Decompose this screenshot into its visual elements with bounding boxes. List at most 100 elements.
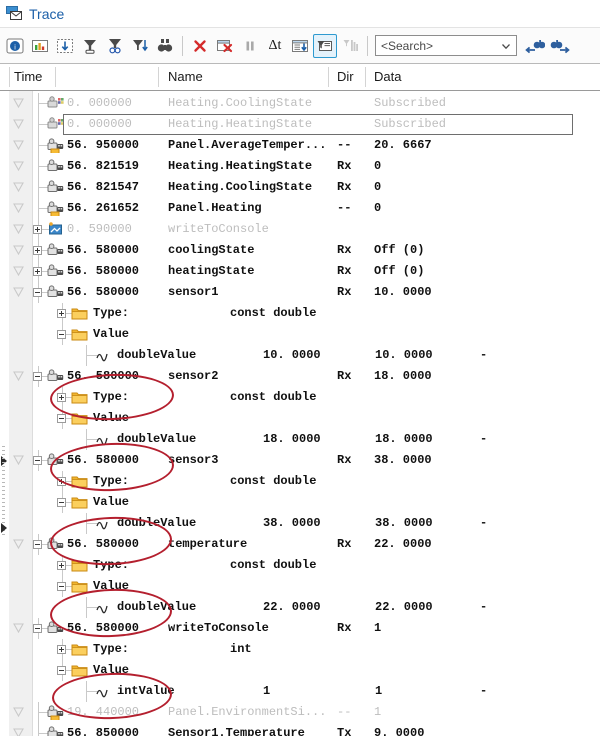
bookmark-flag-icon[interactable]	[13, 623, 24, 634]
expand-node-button[interactable]	[57, 477, 66, 486]
table-row[interactable]: doubleValue 22. 0000 22. 0000 -	[0, 597, 600, 618]
table-row[interactable]: 0. 590000 writeToConsole	[0, 219, 600, 240]
table-row[interactable]: 56. 950000 Panel.AverageTemper... -- 20. 66…	[0, 135, 600, 156]
column-divider[interactable]	[365, 67, 366, 87]
bookmark-flag-icon[interactable]	[13, 98, 24, 109]
collapse-node-button[interactable]	[57, 498, 66, 507]
table-row[interactable]: 56. 261652 Panel.Heating -- 0	[0, 198, 600, 219]
bookmark-flag-icon[interactable]	[13, 455, 24, 466]
table-row[interactable]: Type: const double	[0, 387, 600, 408]
column-header-time[interactable]: Time	[14, 69, 42, 84]
search-input-value[interactable]: <Search>	[376, 39, 496, 53]
signal-rx-icon	[47, 369, 64, 384]
collapse-node-button[interactable]	[33, 456, 42, 465]
column-divider[interactable]	[158, 67, 159, 87]
clear-window-x-icon[interactable]	[213, 34, 237, 58]
table-row[interactable]: Type: const double	[0, 471, 600, 492]
expand-node-button[interactable]	[33, 246, 42, 255]
expand-node-button[interactable]	[57, 645, 66, 654]
expand-node-button[interactable]	[33, 225, 42, 234]
table-row[interactable]: 56. 580000 heatingState Rx Off (0)	[0, 261, 600, 282]
table-row[interactable]: Value	[0, 576, 600, 597]
function-call-icon	[47, 222, 64, 237]
bookmark-flag-icon[interactable]	[13, 371, 24, 382]
delta-time-icon[interactable]: Δt	[263, 34, 287, 58]
table-row[interactable]: 56. 821519 Heating.HeatingState Rx 0	[0, 156, 600, 177]
trace-grid[interactable]: 0. 000000 Heating.CoolingState Subscribed 0…	[0, 91, 600, 736]
table-row[interactable]: 56. 821547 Heating.CoolingState Rx 0	[0, 177, 600, 198]
expand-node-button[interactable]	[33, 267, 42, 276]
cell-name: Type:	[93, 558, 130, 572]
column-divider[interactable]	[55, 67, 56, 87]
chevron-down-icon[interactable]	[496, 40, 516, 52]
bookmark-flag-icon[interactable]	[13, 224, 24, 235]
search-input[interactable]: <Search>	[375, 35, 517, 56]
find-next-icon[interactable]	[548, 34, 572, 58]
table-row[interactable]: Value	[0, 408, 600, 429]
collapse-node-button[interactable]	[33, 540, 42, 549]
collapse-node-button[interactable]	[57, 330, 66, 339]
table-row[interactable]: 56. 580000 sensor1 Rx 10. 0000	[0, 282, 600, 303]
column-divider[interactable]	[328, 67, 329, 87]
column-header-dir[interactable]: Dir	[337, 69, 354, 84]
table-row[interactable]: 56. 580000 temperature Rx 22. 0000	[0, 534, 600, 555]
table-row[interactable]: 19. 440000 Panel.EnvironmentSi... -- 1	[0, 702, 600, 723]
binoculars-find-icon[interactable]	[153, 34, 177, 58]
collapse-node-button[interactable]	[33, 624, 42, 633]
cell-data: 18. 0000	[263, 432, 321, 446]
table-row[interactable]: 56. 580000 sensor3 Rx 38. 0000	[0, 450, 600, 471]
table-row[interactable]: Value	[0, 492, 600, 513]
table-row[interactable]: 56. 580000 sensor2 Rx 18. 0000	[0, 366, 600, 387]
table-row[interactable]: Value	[0, 324, 600, 345]
table-row[interactable]: 56. 580000 coolingState Rx Off (0)	[0, 240, 600, 261]
scroll-to-end-icon[interactable]	[288, 34, 312, 58]
table-row[interactable]: Type: const double	[0, 303, 600, 324]
export-trace-icon[interactable]	[53, 34, 77, 58]
collapse-node-button[interactable]	[57, 582, 66, 591]
trace-overview-icon[interactable]: i	[3, 34, 27, 58]
collapse-node-button[interactable]	[57, 414, 66, 423]
table-row[interactable]: doubleValue 38. 0000 38. 0000 -	[0, 513, 600, 534]
collapse-node-button[interactable]	[33, 288, 42, 297]
column-header-name[interactable]: Name	[168, 69, 203, 84]
bookmark-flag-icon[interactable]	[13, 245, 24, 256]
collapse-node-button[interactable]	[57, 666, 66, 675]
column-config-icon[interactable]	[338, 34, 362, 58]
column-header-row: Time Name Dir Data	[0, 64, 600, 91]
filter-analysis-icon[interactable]	[103, 34, 127, 58]
bookmark-flag-icon[interactable]	[13, 182, 24, 193]
table-row[interactable]: doubleValue 18. 0000 18. 0000 -	[0, 429, 600, 450]
find-previous-icon[interactable]	[523, 34, 547, 58]
bookmark-flag-icon[interactable]	[13, 707, 24, 718]
bookmark-flag-icon[interactable]	[13, 203, 24, 214]
bookmark-flag-icon[interactable]	[13, 119, 24, 130]
statistics-chart-icon[interactable]	[28, 34, 52, 58]
table-row[interactable]: Value	[0, 660, 600, 681]
table-row[interactable]: 0. 000000 Heating.CoolingState Subscribed	[0, 93, 600, 114]
table-row[interactable]: doubleValue 10. 0000 10. 0000 -	[0, 345, 600, 366]
column-divider[interactable]	[9, 67, 10, 87]
bookmark-flag-icon[interactable]	[13, 539, 24, 550]
table-row[interactable]: Type: const double	[0, 555, 600, 576]
table-row[interactable]: 56. 580000 writeToConsole Rx 1	[0, 618, 600, 639]
sort-filter-icon[interactable]	[128, 34, 152, 58]
expand-node-button[interactable]	[57, 561, 66, 570]
cell-time: 0. 000000	[67, 96, 132, 110]
bookmark-flag-icon[interactable]	[13, 140, 24, 151]
table-row[interactable]: 0. 000000 Heating.HeatingState Subscribed	[0, 114, 600, 135]
collapse-node-button[interactable]	[33, 372, 42, 381]
bookmark-flag-icon[interactable]	[13, 266, 24, 277]
table-row[interactable]: 56. 850000 Sensor1.Temperature Tx 9. 0000	[0, 723, 600, 736]
table-row[interactable]: Type: int	[0, 639, 600, 660]
expand-node-button[interactable]	[57, 309, 66, 318]
bookmark-flag-icon[interactable]	[13, 728, 24, 736]
table-row[interactable]: intValue 1 1 -	[0, 681, 600, 702]
clear-red-x-icon[interactable]	[188, 34, 212, 58]
bookmark-flag-icon[interactable]	[13, 287, 24, 298]
bookmark-flag-icon[interactable]	[13, 161, 24, 172]
expand-node-button[interactable]	[57, 393, 66, 402]
column-filter-icon[interactable]	[313, 33, 337, 58]
filter-funnel-icon[interactable]	[78, 34, 102, 58]
pause-icon[interactable]	[238, 34, 262, 58]
column-header-data[interactable]: Data	[374, 69, 401, 84]
